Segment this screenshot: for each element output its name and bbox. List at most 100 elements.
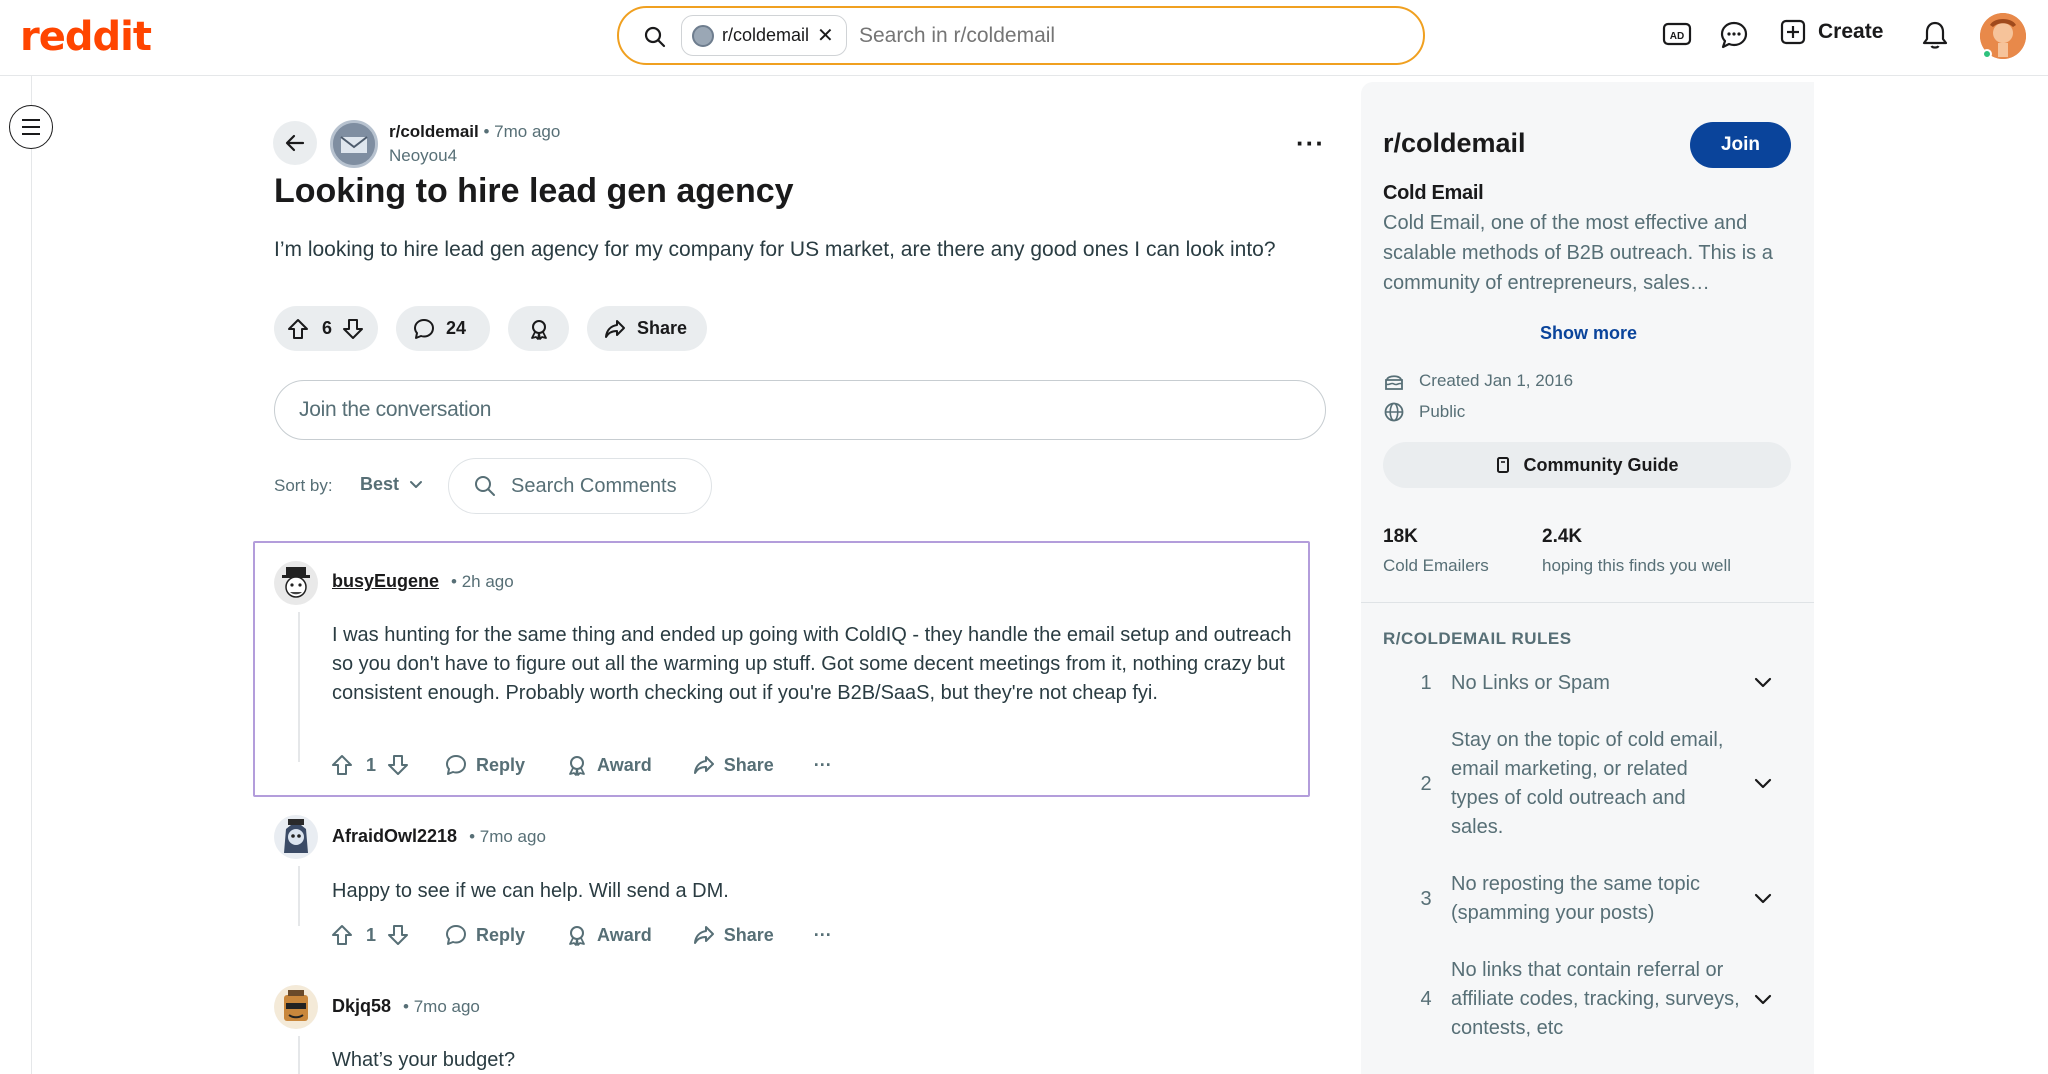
comment-avatar[interactable] [274,815,318,859]
comment-text: Happy to see if we can help. Will send a… [332,880,729,902]
reply-button[interactable]: Reply [444,753,525,777]
comment-username[interactable]: AfraidOwl2218 [332,826,457,847]
community-guide-button[interactable]: Community Guide [1383,442,1791,488]
chat-icon[interactable] [1718,19,1750,51]
share-label: Share [723,924,774,945]
search-comments-label: Search Comments [511,474,677,497]
comment-icon [446,755,467,775]
plus-icon [1780,19,1806,45]
sidebar-community-title: Cold Email [1383,182,1484,204]
remove-filter-icon[interactable]: ✕ [817,23,834,48]
rules-heading: R/COLDEMAIL RULES [1383,629,1572,648]
award-icon [569,926,585,946]
comment-thread-line[interactable] [298,1036,300,1074]
award-button[interactable]: Award [565,923,652,947]
comment-username[interactable]: Dkjq58 [332,996,391,1017]
downvote-icon[interactable] [386,923,410,947]
rule-number: 2 [1420,772,1432,795]
sort-dropdown[interactable]: Best [360,474,423,495]
share-label: Share [637,318,688,338]
comment-time: • 2h ago [451,571,514,591]
downvote-icon[interactable] [386,753,410,777]
subreddit-filter-chip[interactable]: r/coldemail ✕ [681,15,847,56]
online-count: 2.4K [1542,526,1583,547]
search-icon [643,25,667,49]
upvote-icon[interactable] [286,317,310,341]
rule-number: 1 [1420,671,1432,694]
reply-button[interactable]: Reply [444,923,525,947]
post-options-button[interactable]: ··· [1296,128,1325,159]
expand-navigation-button[interactable] [9,105,53,149]
reddit-logo[interactable]: reddit [20,14,152,60]
award-button[interactable]: Award [565,753,652,777]
chevron-down-icon [1754,778,1772,789]
back-button[interactable] [273,121,317,165]
subreddit-avatar[interactable] [330,120,378,168]
award-icon [527,317,551,341]
share-button[interactable]: Share [692,753,774,777]
chevron-down-icon [1754,893,1772,904]
sidebar-community-name: r/coldemail [1383,128,1526,158]
created-date: Created Jan 1, 2016 [1419,371,1574,390]
rule-text: No links that contain referral or affili… [1451,959,1740,1039]
comment-thread-line[interactable] [298,612,300,762]
comment-vote-count: 1 [366,924,377,945]
sidebar-description: Cold Email, one of the most effective an… [1383,212,1773,294]
comment-thread-line[interactable] [298,866,300,926]
downvote-icon[interactable] [341,317,365,341]
rule-text: Stay on the topic of cold email, email m… [1451,729,1724,838]
create-button[interactable]: Create [1780,19,1883,45]
post-share-button[interactable]: Share [587,306,707,351]
award-label: Award [597,754,652,775]
upvote-icon[interactable] [330,753,354,777]
search-input[interactable] [859,18,1399,54]
menu-icon [22,119,40,135]
search-comments-button[interactable]: Search Comments [448,458,712,514]
rule-item[interactable]: 2 Stay on the topic of cold email, email… [1383,725,1793,843]
visibility-label: Public [1419,402,1466,421]
comment-text: I was hunting for the same thing and end… [332,624,1292,704]
post-award-button[interactable] [508,306,569,351]
comment-username[interactable]: busyEugene [332,571,439,592]
chip-label: r/coldemail [722,25,810,45]
comment-more-button[interactable]: ··· [814,755,832,776]
comment-more-button[interactable]: ··· [814,925,832,946]
rule-item[interactable]: 4 No links that contain referral or affi… [1383,955,1793,1044]
comment-actions: 1 Reply Award Share ··· [330,750,832,780]
post-vote-count: 6 [322,318,333,338]
share-label: Share [723,754,774,775]
globe-icon [1384,402,1404,422]
show-more-link[interactable]: Show more [1540,323,1637,344]
notification-bell-icon[interactable] [1919,19,1951,51]
reply-label: Reply [476,754,526,775]
comment-avatar[interactable] [274,561,318,605]
comment-time: • 7mo ago [403,996,480,1016]
comment-header: Dkjq58 • 7mo ago [332,996,480,1017]
rule-item[interactable]: 1 No Links or Spam [1383,667,1793,699]
award-label: Award [597,924,652,945]
post-comment-count: 24 [446,318,467,338]
cake-icon [1385,375,1403,390]
join-button[interactable]: Join [1690,122,1791,168]
chevron-down-icon [410,480,423,488]
post-time: • 7mo ago [483,122,561,141]
join-conversation-input[interactable]: Join the conversation [274,380,1326,440]
search-icon [475,476,495,496]
post-author[interactable]: Neoyou4 [389,146,457,166]
rule-number: 3 [1420,887,1432,910]
members-label: Cold Emailers [1383,556,1489,575]
chevron-down-icon [1754,677,1772,688]
advertise-icon[interactable]: AD [1661,19,1693,51]
rule-item[interactable]: 3 No reposting the same topic (spamming … [1383,869,1793,929]
upvote-icon[interactable] [330,923,354,947]
comment-vote-count: 1 [366,754,377,775]
share-button[interactable]: Share [692,923,774,947]
community-guide-label: Community Guide [1523,454,1679,475]
sidebar-divider [1361,602,1814,603]
post-subreddit-link[interactable]: r/coldemail [389,122,479,141]
search-bar[interactable]: r/coldemail ✕ [617,6,1425,65]
post-title: Looking to hire lead gen agency [274,172,794,210]
comment-icon [412,317,436,341]
comment-avatar[interactable] [274,985,318,1029]
post-comments-button[interactable]: 24 [396,306,490,351]
